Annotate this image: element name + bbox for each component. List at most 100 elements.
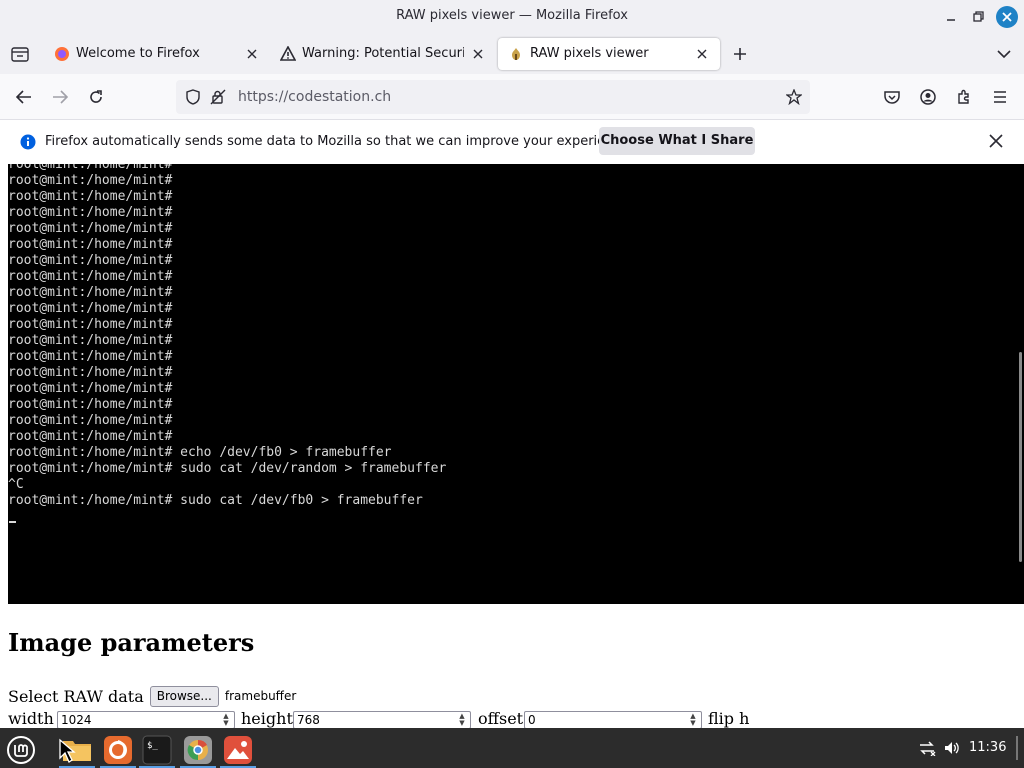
- terminal-line: root@mint:/home/mint#: [8, 317, 173, 332]
- network-disconnected-icon[interactable]: [918, 740, 936, 756]
- system-taskbar: $_ 11:36: [0, 728, 1024, 768]
- width-label: width: [8, 709, 54, 728]
- volume-icon[interactable]: [943, 740, 961, 756]
- tab-label: Welcome to Firefox: [76, 46, 200, 61]
- terminal-line: root@mint:/home/mint#: [8, 381, 173, 396]
- url-text[interactable]: https://codestation.ch: [238, 89, 391, 105]
- flip-h-label: flip h: [708, 709, 750, 728]
- terminal-line: root@mint:/home/mint#: [8, 164, 173, 172]
- terminal-line: root@mint:/home/mint#: [8, 333, 173, 348]
- terminal-line: root@mint:/home/mint#: [8, 349, 173, 364]
- tab-raw-pixels-viewer[interactable]: RAW pixels viewer: [498, 38, 720, 70]
- offset-input[interactable]: 0 ▲ ▼: [524, 711, 702, 729]
- chevron-down-icon: [997, 50, 1011, 59]
- raw-image-canvas: root@mint:/home/mint# root@mint:/home/min…: [8, 164, 1024, 604]
- terminal-line: root@mint:/home/mint#: [8, 221, 173, 236]
- terminal-line: root@mint:/home/mint#: [8, 269, 173, 284]
- image-viewer-icon: [224, 736, 252, 764]
- back-button[interactable]: [10, 83, 38, 111]
- file-select-row: Select RAW data Browse... framebuffer: [8, 685, 296, 707]
- browse-button[interactable]: Browse...: [149, 685, 219, 707]
- terminal-line: root@mint:/home/mint#: [8, 397, 173, 412]
- new-tab-button[interactable]: [726, 40, 754, 68]
- width-input[interactable]: 1024 ▲ ▼: [57, 711, 235, 729]
- bookmark-star-icon[interactable]: [786, 89, 802, 105]
- start-menu-button[interactable]: [3, 732, 39, 768]
- terminal-output: root@mint:/home/mint# root@mint:/home/min…: [8, 164, 446, 509]
- terminal-line: root@mint:/home/mint#: [8, 413, 173, 428]
- taskbar-image-viewer[interactable]: [220, 732, 256, 768]
- minimize-icon: [947, 19, 955, 21]
- minimize-button[interactable]: [940, 6, 962, 28]
- taskbar-clock: 11:36: [969, 740, 1007, 755]
- terminal-line: root@mint:/home/mint#: [8, 285, 173, 300]
- tab-close-icon[interactable]: [694, 46, 710, 62]
- terminal-line: root@mint:/home/mint#: [8, 301, 173, 316]
- firefox-view-icon: [11, 47, 29, 62]
- pocket-button[interactable]: [878, 83, 906, 111]
- page-heading: Image parameters: [8, 628, 255, 657]
- reload-icon: [90, 90, 102, 103]
- tab-close-icon[interactable]: [470, 46, 486, 62]
- account-icon: [920, 89, 936, 105]
- reload-button[interactable]: [82, 83, 110, 111]
- width-value: 1024: [61, 713, 92, 727]
- spinner-icon[interactable]: ▲ ▼: [687, 713, 699, 727]
- tracking-protection-shield-icon[interactable]: [186, 89, 200, 105]
- taskbar-terminal[interactable]: $_: [139, 732, 175, 768]
- tab-security-warning[interactable]: Warning: Potential Security: [270, 38, 494, 70]
- hamburger-menu-icon: [994, 91, 1006, 103]
- terminal-line: root@mint:/home/mint#: [8, 189, 173, 204]
- connection-lock-icon[interactable]: [210, 89, 226, 105]
- notification-text: Firefox automatically sends some data to…: [45, 134, 633, 149]
- tab-strip: Welcome to Firefox Warning: Potential Se…: [0, 34, 1024, 74]
- taskbar-chromium[interactable]: [180, 732, 216, 768]
- application-menu-button[interactable]: [986, 83, 1014, 111]
- terminal-line: root@mint:/home/mint# echo /dev/fb0 > fr…: [8, 445, 392, 460]
- taskbar-firefox[interactable]: [100, 732, 136, 768]
- terminal-line: ^C: [8, 477, 24, 492]
- puzzle-piece-icon: [958, 89, 969, 104]
- terminal-line: root@mint:/home/mint#: [8, 205, 173, 220]
- forward-arrow-icon: [53, 90, 68, 104]
- tab-label: Warning: Potential Security: [302, 46, 464, 61]
- tab-close-icon[interactable]: [244, 46, 260, 62]
- tab-welcome[interactable]: Welcome to Firefox: [44, 38, 268, 70]
- restore-icon: [973, 11, 984, 22]
- svg-text:$_: $_: [147, 741, 158, 751]
- navigation-toolbar: https://codestation.ch: [0, 74, 1024, 120]
- terminal-line: root@mint:/home/mint#: [8, 253, 173, 268]
- mouse-pointer-icon: [59, 738, 76, 763]
- terminal-icon: $_: [142, 735, 172, 765]
- show-desktop-button[interactable]: [1016, 736, 1018, 760]
- forward-button[interactable]: [46, 83, 74, 111]
- close-icon: [1002, 12, 1012, 22]
- choose-what-i-share-button[interactable]: Choose What I Share: [599, 127, 755, 155]
- offset-value: 0: [528, 713, 536, 727]
- url-bar[interactable]: https://codestation.ch: [176, 80, 810, 114]
- terminal-line: root@mint:/home/mint#: [8, 429, 173, 444]
- terminal-line: root@mint:/home/mint#: [8, 365, 173, 380]
- maximize-button[interactable]: [967, 6, 989, 28]
- selected-file-name: framebuffer: [224, 689, 297, 703]
- plus-icon: [734, 48, 746, 60]
- menu-icon: [7, 736, 35, 764]
- tab-label: RAW pixels viewer: [530, 46, 649, 61]
- account-button[interactable]: [914, 83, 942, 111]
- list-all-tabs-button[interactable]: [990, 40, 1018, 68]
- terminal-line: root@mint:/home/mint# sudo cat /dev/rand…: [8, 461, 447, 476]
- height-input[interactable]: 768 ▲ ▼: [293, 711, 471, 729]
- page-favicon-icon: [512, 48, 520, 60]
- close-window-button[interactable]: [996, 6, 1018, 28]
- terminal-line: root@mint:/home/mint#: [8, 173, 173, 188]
- firefox-view-button[interactable]: [6, 40, 34, 68]
- spinner-icon[interactable]: ▲ ▼: [456, 713, 468, 727]
- spinner-icon[interactable]: ▲ ▼: [220, 713, 232, 727]
- firefox-icon: [104, 736, 132, 764]
- warning-icon: [280, 46, 296, 61]
- extensions-button[interactable]: [950, 83, 978, 111]
- terminal-cursor: [9, 521, 16, 523]
- firefox-icon: [55, 47, 69, 61]
- close-notification-icon[interactable]: [989, 134, 1003, 148]
- page-scrollbar[interactable]: [1019, 352, 1022, 562]
